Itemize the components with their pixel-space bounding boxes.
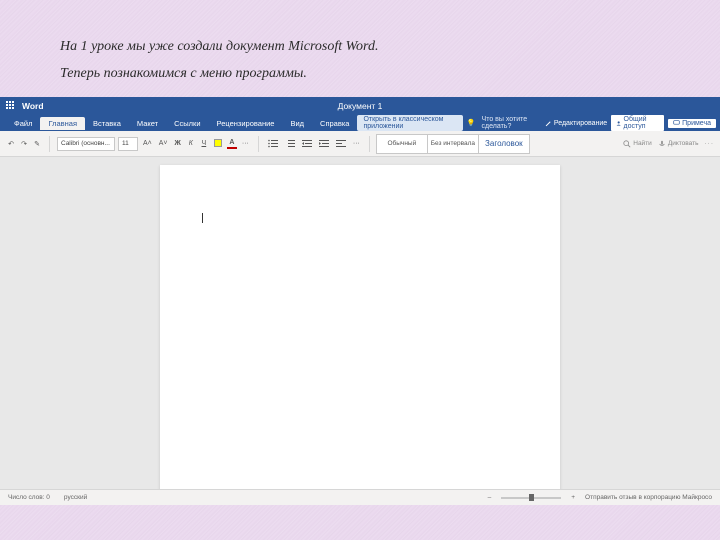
comments-button[interactable]: Примеча — [668, 119, 716, 128]
word-app-window: Word Документ 1 Файл Главная Вставка Мак… — [0, 97, 720, 505]
ribbon-overflow-button[interactable]: ··· — [705, 140, 715, 147]
menu-bar: Файл Главная Вставка Макет Ссылки Реценз… — [0, 115, 720, 131]
shrink-font-button[interactable]: A˅ — [157, 139, 170, 148]
open-in-classic-button[interactable]: Открыть в классическом приложении — [357, 115, 462, 131]
brand-name: Microsoft Word. — [288, 39, 378, 54]
align-icon — [336, 139, 346, 148]
language-status[interactable]: русский — [64, 494, 87, 501]
bold-button[interactable]: Ж — [173, 139, 183, 148]
highlight-swatch-icon — [214, 139, 222, 147]
font-more-button[interactable]: ··· — [240, 139, 251, 148]
zoom-slider[interactable] — [501, 497, 561, 499]
tab-view[interactable]: Вид — [282, 117, 312, 130]
numbering-button[interactable] — [283, 138, 297, 149]
title-bar: Word Документ 1 — [0, 97, 720, 115]
ribbon-toolbar: ↶ ↷ ✎ Calibri (основн... 11 A˄ A˅ Ж К Ч … — [0, 131, 720, 157]
style-normal[interactable]: Обычный — [376, 134, 428, 154]
redo-button[interactable]: ↷ — [19, 139, 29, 149]
editing-mode-button[interactable]: Редактирование — [545, 120, 607, 127]
paragraph-more-button[interactable]: ··· — [351, 139, 362, 148]
tab-help[interactable]: Справка — [312, 117, 357, 130]
document-page[interactable] — [160, 165, 560, 489]
zoom-slider-handle[interactable] — [529, 494, 534, 501]
undo-button[interactable]: ↶ — [6, 139, 16, 149]
font-size-combo[interactable]: 11 — [118, 137, 138, 151]
tab-file[interactable]: Файл — [6, 117, 40, 130]
feedback-link[interactable]: Отправить отзыв в корпорацию Майкросо — [585, 494, 712, 501]
tab-insert[interactable]: Вставка — [85, 117, 129, 130]
style-heading1[interactable]: Заголовок — [478, 134, 530, 154]
tab-references[interactable]: Ссылки — [166, 117, 208, 130]
styles-gallery: Обычный Без интервала Заголовок — [377, 134, 530, 154]
font-name-combo[interactable]: Calibri (основн... — [57, 137, 115, 151]
zoom-in-button[interactable]: + — [571, 494, 575, 501]
share-button[interactable]: Общий доступ — [611, 115, 664, 131]
grow-font-button[interactable]: A˄ — [141, 139, 154, 148]
highlight-button[interactable] — [212, 138, 224, 150]
increase-indent-button[interactable] — [317, 138, 331, 149]
slide-instruction-text: На 1 уроке мы уже создали документ Micro… — [0, 0, 720, 97]
tab-home[interactable]: Главная — [40, 117, 85, 130]
microphone-icon — [658, 140, 666, 148]
italic-button[interactable]: К — [186, 139, 196, 148]
find-button[interactable]: Найти — [623, 140, 652, 148]
decrease-indent-button[interactable] — [300, 138, 314, 149]
tell-me-search[interactable]: Что вы хотите сделать? — [482, 116, 541, 130]
lightbulb-icon: 💡 — [467, 119, 476, 127]
slide-line-2: Теперь познакомимся с меню программы. — [60, 61, 660, 88]
slide-line-1: На 1 уроке мы уже создали документ — [60, 39, 288, 54]
status-bar: Число слов: 0 русский – + Отправить отзы… — [0, 489, 720, 505]
tab-layout[interactable]: Макет — [129, 117, 166, 130]
search-icon — [623, 140, 631, 148]
person-icon — [616, 120, 621, 127]
document-canvas[interactable] — [0, 157, 720, 489]
outdent-icon — [302, 139, 312, 148]
word-count[interactable]: Число слов: 0 — [8, 494, 50, 501]
numbering-icon — [285, 139, 295, 148]
indent-icon — [319, 139, 329, 148]
style-no-spacing[interactable]: Без интервала — [427, 134, 479, 154]
text-cursor — [202, 213, 203, 223]
bullets-icon — [268, 139, 278, 148]
document-title[interactable]: Документ 1 — [338, 101, 383, 111]
underline-button[interactable]: Ч — [199, 139, 209, 148]
bullets-button[interactable] — [266, 138, 280, 149]
zoom-out-button[interactable]: – — [488, 494, 492, 501]
pencil-icon — [545, 120, 552, 127]
format-painter-button[interactable]: ✎ — [32, 139, 42, 149]
tab-review[interactable]: Рецензирование — [209, 117, 283, 130]
dictate-button[interactable]: Диктовать — [658, 140, 699, 148]
app-name: Word — [22, 101, 44, 111]
app-launcher-icon[interactable] — [6, 101, 16, 111]
comment-icon — [673, 120, 680, 127]
align-button[interactable] — [334, 138, 348, 149]
font-color-button[interactable]: A — [227, 138, 237, 149]
